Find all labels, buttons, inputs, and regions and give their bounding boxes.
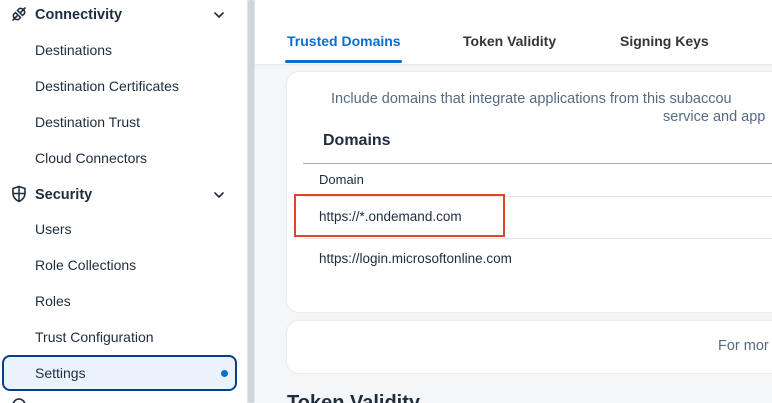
table-header-divider: [303, 163, 772, 164]
sidebar-item-label: Destination Certificates: [35, 78, 179, 94]
row-divider: [303, 238, 772, 239]
nav-group-label: Security: [35, 187, 93, 203]
sidebar-item-destination-certificates[interactable]: Destination Certificates: [0, 68, 247, 104]
sidebar-item-destinations[interactable]: Destinations: [0, 32, 247, 68]
column-header-domain: Domain: [319, 172, 364, 187]
sidebar: Connectivity Destinations Destination Ce…: [0, 0, 247, 403]
next-group-icon: [12, 398, 26, 403]
chevron-down-icon[interactable]: [212, 8, 226, 22]
sidebar-item-roles[interactable]: Roles: [0, 283, 247, 319]
token-validity-section-title: Token Validity: [287, 392, 420, 403]
tab-bar: [255, 0, 772, 64]
sidebar-item-label: Settings: [35, 365, 86, 381]
sidebar-item-users[interactable]: Users: [0, 211, 247, 247]
trusted-domains-description-continued: service and app: [663, 109, 766, 125]
shield-icon: [12, 185, 26, 203]
trusted-domains-description: Include domains that integrate applicati…: [331, 91, 732, 107]
domain-cell[interactable]: https://login.microsoftonline.com: [319, 251, 512, 266]
nav-group-connectivity[interactable]: Connectivity: [0, 0, 247, 36]
sidebar-item-settings[interactable]: Settings: [2, 355, 237, 391]
selected-indicator-dot: [221, 370, 228, 377]
tab-trusted-domains[interactable]: Trusted Domains: [287, 33, 401, 49]
tab-signing-keys[interactable]: Signing Keys: [620, 33, 709, 49]
connectivity-icon: [12, 7, 26, 21]
sidebar-item-label: Cloud Connectors: [35, 150, 148, 166]
sidebar-item-label: Users: [35, 221, 72, 237]
sidebar-item-trust-configuration[interactable]: Trust Configuration: [0, 319, 247, 355]
sidebar-scrollbar[interactable]: [247, 0, 255, 403]
sidebar-item-label: Destination Trust: [35, 114, 141, 130]
sidebar-item-role-collections[interactable]: Role Collections: [0, 247, 247, 283]
nav-group-label: Connectivity: [35, 7, 123, 23]
active-tab-indicator: [285, 60, 402, 63]
tab-token-validity[interactable]: Token Validity: [463, 33, 556, 49]
sidebar-item-destination-trust[interactable]: Destination Trust: [0, 104, 247, 140]
sidebar-scrollbar-thumb[interactable]: [248, 0, 254, 403]
chevron-down-icon[interactable]: [212, 188, 226, 202]
sidebar-item-label: Role Collections: [35, 257, 137, 273]
highlight-annotation-box: [294, 194, 505, 237]
domains-title: Domains: [323, 132, 391, 149]
sidebar-item-label: Destinations: [35, 42, 113, 58]
sidebar-item-label: Roles: [35, 293, 71, 309]
token-info-card: [287, 321, 772, 373]
token-info-text: For mor: [718, 338, 769, 354]
sidebar-item-label: Trust Configuration: [35, 329, 154, 345]
sidebar-item-cloud-connectors[interactable]: Cloud Connectors: [0, 140, 247, 176]
